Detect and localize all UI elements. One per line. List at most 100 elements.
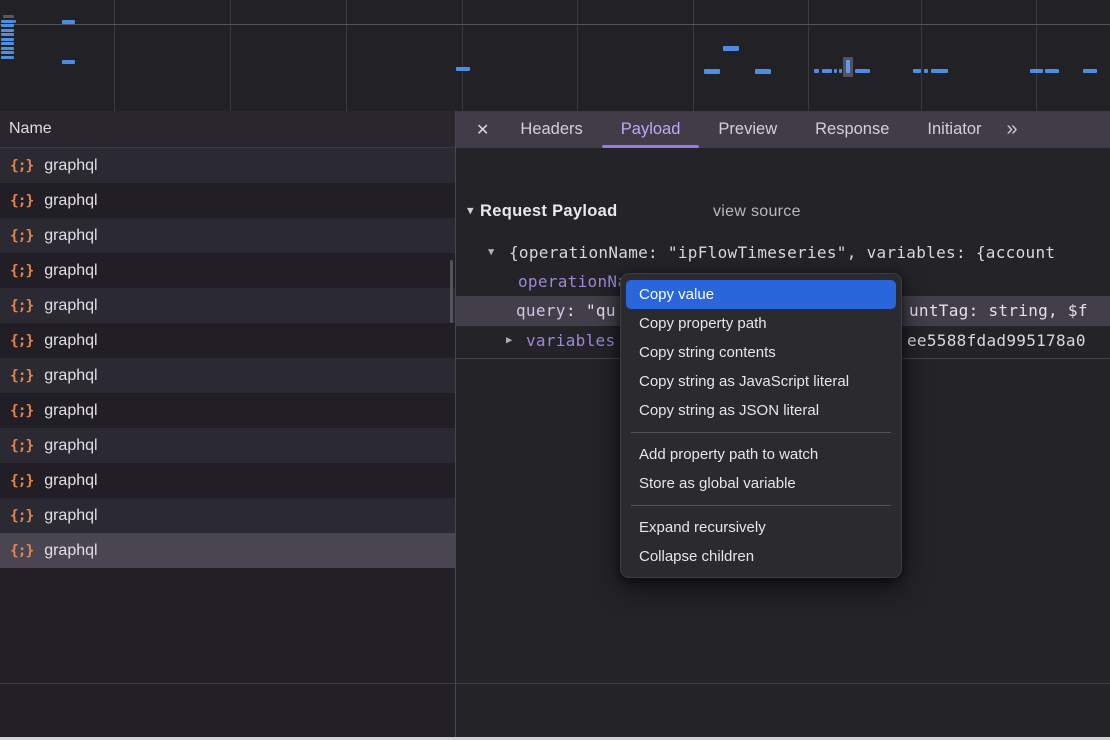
property-key: variables — [526, 326, 615, 355]
request-name: graphql — [44, 542, 97, 560]
resource-bar — [1, 29, 14, 32]
property-key: query — [516, 296, 566, 326]
request-name: graphql — [44, 507, 97, 525]
tab-headers[interactable]: Headers — [501, 111, 601, 148]
tab-response[interactable]: Response — [796, 111, 908, 148]
request-row[interactable]: {;}graphql — [0, 288, 455, 323]
menu-separator — [631, 432, 891, 433]
devtools-network-panel: Name {;}graphql{;}graphql{;}graphql{;}gr… — [0, 0, 1110, 740]
menu-separator — [631, 505, 891, 506]
request-row[interactable]: {;} graphql — [0, 323, 455, 358]
grid-line — [1036, 0, 1037, 111]
request-row[interactable]: {;} graphql — [0, 533, 455, 568]
request-name: graphql — [44, 297, 97, 315]
resource-bar — [456, 67, 470, 71]
request-row[interactable]: {;} graphql — [0, 393, 455, 428]
grid-line — [921, 0, 922, 111]
grid-line — [0, 24, 1110, 25]
menu-item-copy-string-as-json-literal[interactable]: Copy string as JSON literal — [621, 396, 901, 425]
grid-line — [693, 0, 694, 111]
query-string-left-fragment: "qu — [586, 296, 616, 326]
request-name: graphql — [44, 472, 97, 490]
view-source-link[interactable]: view source — [713, 203, 801, 221]
request-row[interactable]: {;} graphql — [0, 183, 455, 218]
scrollbar-thumb[interactable] — [450, 260, 453, 323]
resource-bar — [755, 69, 771, 74]
resource-bar — [1, 51, 14, 54]
resource-bar — [822, 69, 832, 73]
menu-item-add-property-path-to-watch[interactable]: Add property path to watch — [621, 440, 901, 469]
tab-preview[interactable]: Preview — [699, 111, 796, 148]
resource-bar — [1, 42, 14, 45]
resource-bar — [913, 69, 921, 73]
resource-bar — [839, 69, 842, 73]
menu-item-expand-recursively[interactable]: Expand recursively — [621, 513, 901, 542]
request-row[interactable]: {;}graphql — [0, 498, 455, 533]
request-name: graphql — [44, 402, 97, 420]
grid-line — [114, 0, 115, 111]
request-row[interactable]: {;}graphql — [0, 218, 455, 253]
resource-bar — [924, 69, 928, 73]
request-row[interactable]: {;}graphql — [0, 428, 455, 463]
resource-bar — [931, 69, 948, 73]
colon: : — [566, 296, 576, 326]
resource-bar — [1045, 69, 1059, 73]
menu-item-store-as-global-variable[interactable]: Store as global variable — [621, 469, 901, 498]
menu-item-copy-property-path[interactable]: Copy property path — [621, 309, 901, 338]
request-name: graphql — [44, 367, 97, 385]
request-rows: {;} graphql {;} graphql {;} graphql {;} graphql… — [0, 148, 455, 568]
resource-bar — [814, 69, 819, 73]
request-name: graphql — [44, 157, 97, 175]
resource-bar — [1, 47, 14, 50]
json-braces-icon: {;} — [10, 543, 33, 559]
query-string-right-fragment: untTag: string, $f — [909, 296, 1088, 326]
name-column-header[interactable]: Name — [0, 111, 455, 148]
json-braces-icon: {;} — [10, 193, 33, 209]
object-preview-text: {operationName: "ipFlowTimeseries", vari… — [509, 238, 1055, 267]
bottom-divider — [0, 683, 1110, 684]
json-braces-icon: {;} — [10, 158, 33, 174]
json-braces-icon: {;} — [10, 333, 33, 349]
resource-bar-pending — [3, 15, 14, 18]
request-row[interactable]: {;}graphql — [0, 253, 455, 288]
request-name: graphql — [44, 192, 97, 210]
request-name: graphql — [44, 262, 97, 280]
resource-bar — [14, 20, 16, 23]
menu-item-copy-string-contents[interactable]: Copy string contents — [621, 338, 901, 367]
resource-bar — [855, 69, 870, 73]
resource-bar — [1, 56, 14, 59]
request-row[interactable]: {;} graphql — [0, 358, 455, 393]
json-braces-icon: {;} — [10, 473, 33, 489]
resource-bar — [723, 46, 739, 51]
context-menu: Copy valueCopy property pathCopy string … — [620, 273, 902, 578]
name-column-label: Name — [9, 120, 52, 137]
menu-item-copy-value[interactable]: Copy value — [626, 280, 896, 309]
section-collapse-triangle-icon[interactable]: ▼ — [467, 204, 474, 217]
json-braces-icon: {;} — [10, 228, 33, 244]
requests-list-panel: Name {;}graphql{;}graphql{;}graphql{;}gr… — [0, 111, 455, 737]
resource-bar — [62, 20, 75, 24]
chevron-right-icon[interactable]: ▶ — [506, 326, 513, 355]
request-row[interactable]: {;} graphql — [0, 463, 455, 498]
request-name: graphql — [44, 437, 97, 455]
menu-item-copy-string-as-javascript-literal[interactable]: Copy string as JavaScript literal — [621, 367, 901, 396]
tab-payload[interactable]: Payload — [602, 111, 700, 148]
tab-initiator[interactable]: Initiator — [908, 111, 1000, 148]
resource-bar — [1, 24, 14, 27]
request-row[interactable]: {;} graphql — [0, 148, 455, 183]
resource-bar — [1030, 69, 1043, 73]
close-icon[interactable]: ✕ — [476, 120, 489, 140]
payload-preview-row[interactable]: ▼ {operationName: "ipFlowTimeseries", va… — [456, 238, 1110, 267]
resource-bar — [1, 33, 14, 36]
selected-bar-tick — [846, 60, 850, 73]
menu-item-collapse-children[interactable]: Collapse children — [621, 542, 901, 571]
section-title: Request Payload — [480, 202, 617, 221]
chevron-down-icon[interactable]: ▼ — [488, 238, 495, 267]
json-braces-icon: {;} — [10, 368, 33, 384]
more-tabs-icon[interactable]: » — [1007, 118, 1018, 141]
variables-preview-fragment: ee5588fdad995178a0 — [907, 326, 1086, 355]
json-braces-icon: {;} — [10, 403, 33, 419]
network-overview-timeline[interactable] — [0, 0, 1110, 111]
request-name: graphql — [44, 332, 97, 350]
grid-line — [230, 0, 231, 111]
